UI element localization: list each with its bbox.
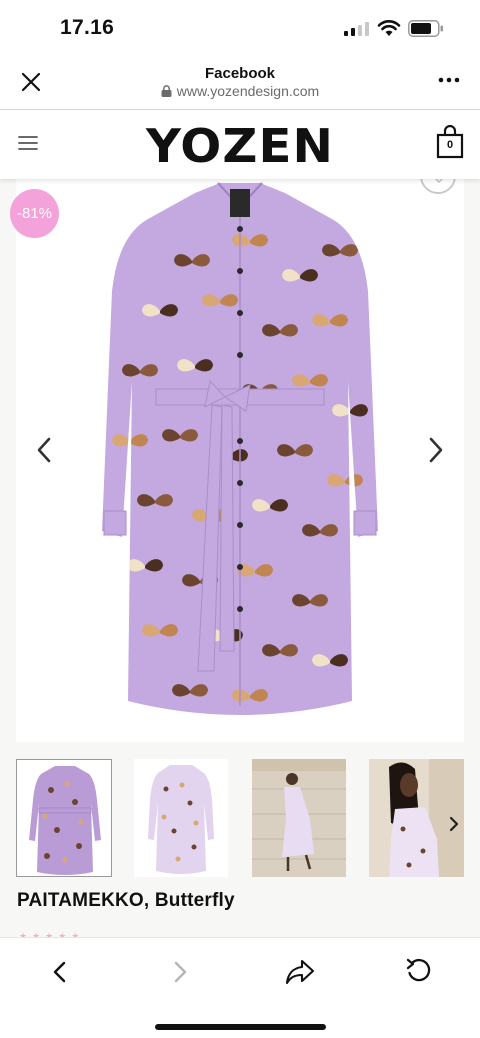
brand-logo[interactable]: YOZEN: [0, 119, 480, 173]
thumbnail-model-steps-image: [252, 759, 346, 877]
lock-icon: [161, 85, 172, 97]
wifi-icon: [377, 20, 401, 36]
back-arrow-icon[interactable]: [50, 960, 70, 984]
forward-arrow-icon[interactable]: [170, 960, 190, 984]
discount-badge: -81%: [10, 189, 59, 238]
browser-site-title: Facebook: [204, 65, 276, 82]
site-header: YOZEN 0: [0, 111, 480, 179]
share-icon[interactable]: [285, 958, 315, 986]
more-options-icon[interactable]: [438, 73, 460, 87]
previous-image-arrow-icon[interactable]: [34, 436, 54, 464]
browser-url-bar: Facebook www.yozendesign.com: [0, 56, 480, 110]
status-time: 17.16: [60, 16, 115, 39]
reload-icon[interactable]: [405, 957, 433, 985]
dress-product-image: [102, 182, 378, 715]
home-indicator[interactable]: [155, 1024, 326, 1030]
thumbnail-model-steps[interactable]: [252, 759, 346, 877]
thumbnails-next-arrow-icon[interactable]: [448, 816, 460, 832]
thumbnail-front[interactable]: [16, 759, 112, 877]
browser-url[interactable]: www.yozendesign.com: [0, 83, 480, 99]
thumbnail-back[interactable]: [134, 759, 228, 877]
status-bar: 17.16: [0, 0, 480, 56]
cellular-signal-icon: [344, 22, 369, 36]
next-image-arrow-icon[interactable]: [426, 436, 446, 464]
product-title: PAITAMEKKO, Butterfly: [17, 890, 235, 911]
thumbnail-back-image: [134, 759, 228, 877]
thumbnail-front-image: [17, 760, 111, 876]
browser-toolbar: [0, 937, 480, 1038]
url-text: www.yozendesign.com: [176, 83, 320, 99]
cart-count: 0: [446, 139, 454, 151]
battery-icon: [408, 20, 443, 37]
